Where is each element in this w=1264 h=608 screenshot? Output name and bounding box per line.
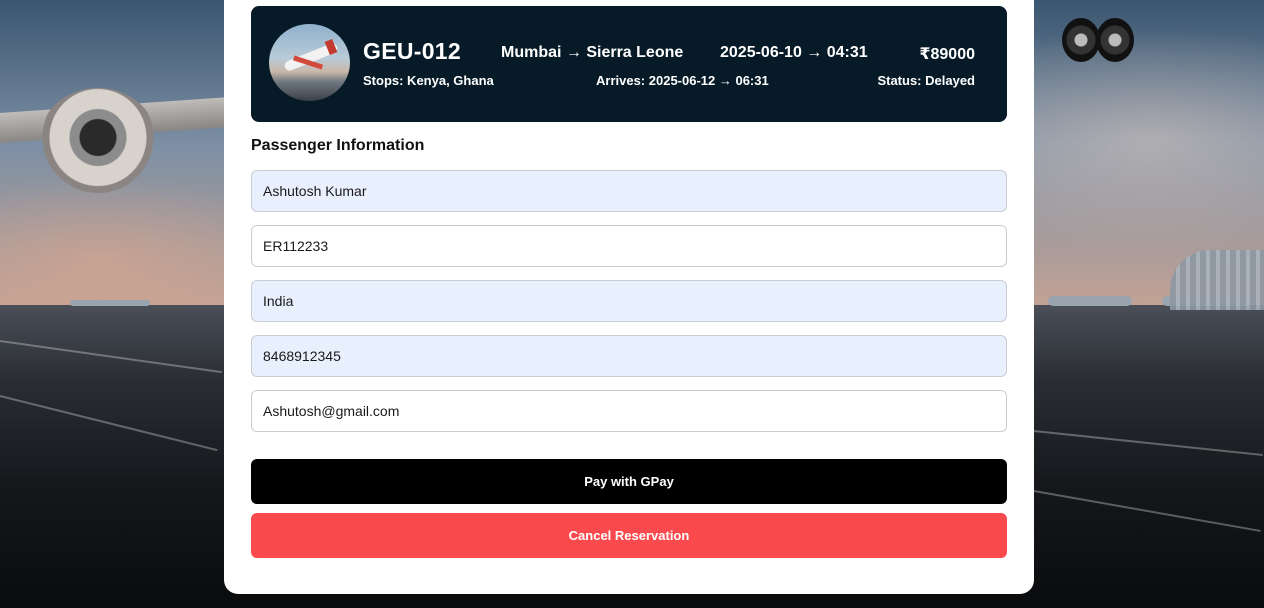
pay-with-gpay-button[interactable]: Pay with GPay bbox=[251, 459, 1007, 504]
passenger-section-title: Passenger Information bbox=[251, 137, 425, 154]
airplane-thumbnail bbox=[269, 24, 350, 101]
passport-number-input[interactable] bbox=[251, 225, 1007, 267]
terminal-building-image bbox=[1170, 250, 1264, 310]
distant-airplane-image bbox=[70, 300, 150, 306]
phone-input[interactable] bbox=[251, 335, 1007, 377]
flight-departure: 2025-06-10 → 04:31 bbox=[720, 44, 868, 61]
aircraft-engine-image bbox=[38, 88, 158, 198]
passenger-name-input[interactable] bbox=[251, 170, 1007, 212]
landing-gear-image bbox=[1062, 18, 1138, 66]
flight-code: GEU-012 bbox=[363, 38, 461, 64]
flight-route: Mumbai → Sierra Leone bbox=[501, 44, 684, 61]
nationality-input[interactable] bbox=[251, 280, 1007, 322]
flight-arrival: Arrives: 2025-06-12 → 06:31 bbox=[596, 73, 769, 88]
cancel-reservation-button[interactable]: Cancel Reservation bbox=[251, 513, 1007, 558]
flight-price: ₹89000 bbox=[919, 46, 975, 63]
flight-summary-card: GEU-012 Mumbai → Sierra Leone 2025-06-10… bbox=[251, 6, 1007, 122]
flight-stops: Stops: Kenya, Ghana bbox=[363, 73, 494, 88]
flight-status: Status: Delayed bbox=[877, 73, 975, 88]
email-input[interactable] bbox=[251, 390, 1007, 432]
distant-airplane-image bbox=[1048, 296, 1132, 306]
